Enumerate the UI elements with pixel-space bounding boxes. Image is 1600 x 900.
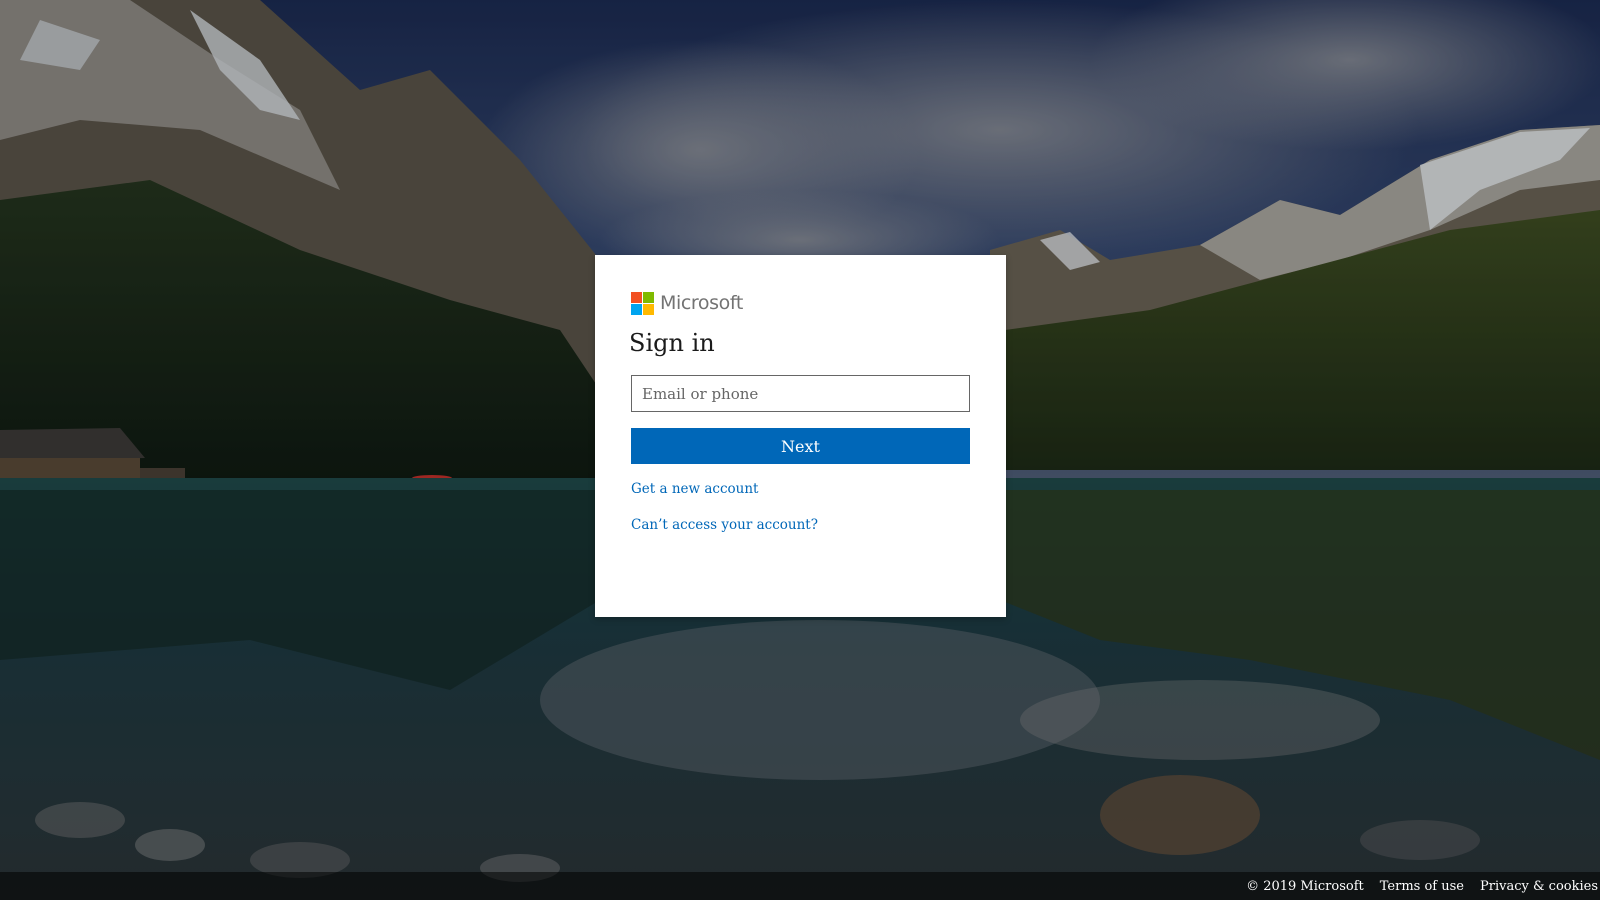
sign-in-page: Microsoft Sign in Next Get a new account… — [0, 0, 1600, 900]
terms-of-use-link[interactable]: Terms of use — [1380, 879, 1464, 894]
copyright-text: © 2019 Microsoft — [1246, 878, 1364, 894]
privacy-cookies-link[interactable]: Privacy & cookies — [1480, 879, 1598, 894]
logo-square-red — [631, 291, 642, 303]
sign-in-card: Microsoft Sign in Next Get a new account… — [595, 255, 1006, 617]
cant-access-account-link[interactable]: Can’t access your account? — [631, 517, 818, 533]
next-button[interactable]: Next — [631, 428, 970, 464]
logo-square-green — [643, 291, 654, 303]
logo-text: Microsoft — [660, 292, 743, 314]
get-new-account-link[interactable]: Get a new account — [631, 481, 758, 497]
email-field[interactable] — [631, 375, 970, 412]
page-title: Sign in — [629, 329, 715, 357]
microsoft-logo-icon — [631, 291, 654, 315]
logo-square-yellow — [643, 303, 654, 315]
logo-square-blue — [631, 303, 642, 315]
footer-bar: © 2019 Microsoft Terms of use Privacy & … — [0, 872, 1600, 900]
microsoft-logo: Microsoft — [631, 291, 743, 315]
